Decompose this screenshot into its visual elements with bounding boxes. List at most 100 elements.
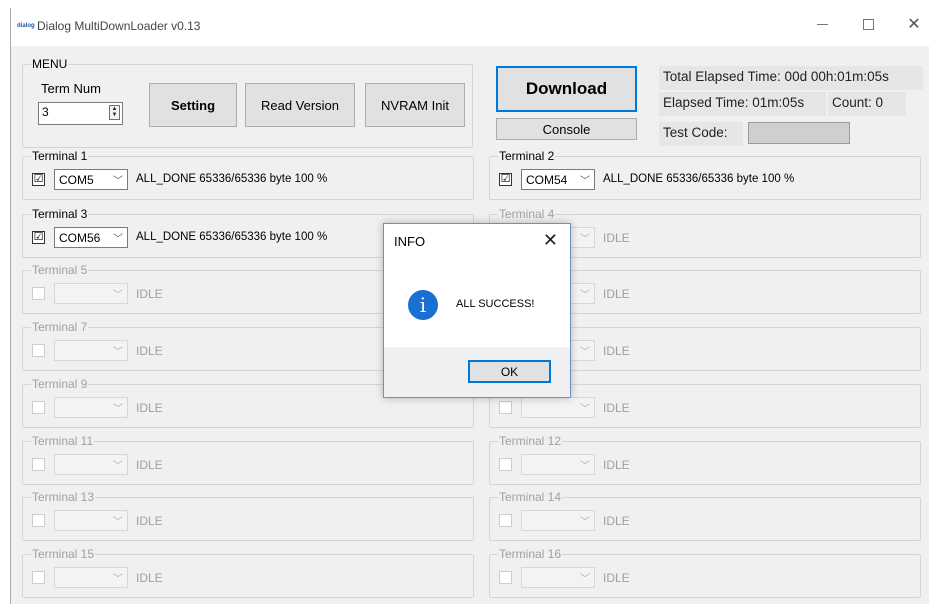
terminal-group: Terminal 12 ﹀ IDLE [489,434,921,485]
com-port-value: COM56 [59,231,101,245]
chevron-down-icon[interactable]: ﹀ [580,343,590,358]
terminal-group: Terminal 11 ﹀ IDLE [22,434,474,485]
terminal-checkbox[interactable]: ☑ [32,231,45,244]
term-num-input[interactable]: 3 ▲ ▼ [38,102,123,125]
close-button[interactable]: ✕ [891,8,929,40]
terminal-group: Terminal 2 ☑ COM54 ﹀ ALL_DONE 65336/65336 by… [489,149,921,200]
chevron-down-icon[interactable]: ﹀ [113,400,123,415]
terminal-checkbox[interactable] [499,401,512,414]
terminal-label: Terminal 11 [31,434,95,448]
terminal-label: Terminal 12 [498,434,563,448]
com-port-select[interactable]: ﹀ [54,567,128,588]
terminal-label: Terminal 16 [498,547,563,561]
term-num-label: Term Num [41,81,101,96]
terminal-checkbox[interactable]: ☑ [499,173,512,186]
com-port-select[interactable]: ﹀ [521,397,595,418]
chevron-down-icon[interactable]: ﹀ [580,172,590,187]
dialog-close-icon[interactable]: ✕ [543,230,558,251]
com-port-select[interactable]: ﹀ [521,567,595,588]
terminal-status: IDLE [136,514,163,528]
terminal-status: IDLE [136,344,163,358]
minimize-icon [816,23,828,25]
com-port-select[interactable]: ﹀ [54,340,128,361]
chevron-down-icon[interactable]: ﹀ [580,286,590,301]
term-num-spinner[interactable]: ▲ ▼ [109,105,120,120]
dialog-title: INFO [394,234,426,249]
terminal-status: IDLE [603,344,630,358]
com-port-select[interactable]: ﹀ [54,397,128,418]
com-port-select[interactable]: COM5 ﹀ [54,169,128,190]
com-port-select[interactable]: COM54 ﹀ [521,169,595,190]
chevron-down-icon[interactable]: ﹀ [580,513,590,528]
terminal-group: Terminal 15 ﹀ IDLE [22,547,474,598]
elapsed-time: Elapsed Time: 01m:05s [659,92,826,116]
dialog-message: ALL SUCCESS! [456,298,535,310]
com-port-select[interactable]: ﹀ [54,510,128,531]
terminal-group: Terminal 16 ﹀ IDLE [489,547,921,598]
terminal-group: Terminal 14 ﹀ IDLE [489,490,921,541]
terminal-status: IDLE [603,287,630,301]
chevron-down-icon[interactable]: ﹀ [113,230,123,245]
terminal-checkbox[interactable] [32,514,45,527]
terminal-status: IDLE [603,231,630,245]
com-port-select[interactable]: ﹀ [54,454,128,475]
terminal-label: Terminal 13 [31,490,96,504]
chevron-down-icon[interactable]: ﹀ [580,570,590,585]
terminal-checkbox[interactable] [32,287,45,300]
terminal-checkbox[interactable] [499,514,512,527]
terminal-status: ALL_DONE 65336/65336 byte 100 % [136,231,328,243]
chevron-down-icon[interactable]: ﹀ [580,457,590,472]
terminal-label: Terminal 15 [31,547,96,561]
terminal-checkbox[interactable] [499,458,512,471]
terminal-status: ALL_DONE 65336/65336 byte 100 % [136,173,328,185]
terminal-status: IDLE [136,458,163,472]
test-code-field [748,122,850,144]
title-bar[interactable]: dialog Dialog MultiDownLoader v0.13 ✕ [11,8,929,46]
maximize-button[interactable] [845,8,891,40]
terminal-status: IDLE [136,571,163,585]
terminal-checkbox[interactable] [499,571,512,584]
terminal-checkbox[interactable] [32,344,45,357]
read-version-button[interactable]: Read Version [245,83,355,127]
setting-button[interactable]: Setting [149,83,237,127]
app-logo-icon: dialog [17,23,35,29]
chevron-down-icon[interactable]: ﹀ [113,457,123,472]
terminal-label: Terminal 5 [31,263,89,277]
spin-down-icon[interactable]: ▼ [110,112,119,118]
chevron-down-icon[interactable]: ﹀ [580,230,590,245]
nvram-init-button[interactable]: NVRAM Init [365,83,465,127]
terminal-checkbox[interactable] [32,458,45,471]
window-title: Dialog MultiDownLoader v0.13 [37,19,201,33]
com-port-value: COM5 [59,173,94,187]
com-port-select[interactable]: ﹀ [521,454,595,475]
com-port-select[interactable]: ﹀ [521,510,595,531]
chevron-down-icon[interactable]: ﹀ [580,400,590,415]
download-button[interactable]: Download [496,66,637,112]
console-button[interactable]: Console [496,118,637,140]
main-window: dialog Dialog MultiDownLoader v0.13 ✕ ME… [10,8,929,604]
com-port-select[interactable]: COM56 ﹀ [54,227,128,248]
terminal-checkbox[interactable]: ☑ [32,173,45,186]
terminal-checkbox[interactable] [32,401,45,414]
terminal-label: Terminal 7 [31,320,89,334]
chevron-down-icon[interactable]: ﹀ [113,570,123,585]
terminal-status: IDLE [136,401,163,415]
terminal-checkbox[interactable] [32,571,45,584]
menu-legend: MENU [31,57,69,71]
terminal-label: Terminal 9 [31,377,89,391]
ok-button[interactable]: OK [468,360,551,383]
minimize-button[interactable] [799,8,845,40]
test-code-label: Test Code: [659,122,743,146]
chevron-down-icon[interactable]: ﹀ [113,513,123,528]
terminal-status: IDLE [603,458,630,472]
terminal-label: Terminal 4 [498,207,556,221]
terminal-label: Terminal 2 [498,149,556,163]
close-icon: ✕ [907,16,921,33]
terminal-status: IDLE [603,401,630,415]
count-display: Count: 0 [828,92,906,116]
com-port-select[interactable]: ﹀ [54,283,128,304]
chevron-down-icon[interactable]: ﹀ [113,172,123,187]
chevron-down-icon[interactable]: ﹀ [113,286,123,301]
info-icon: i [408,290,438,320]
chevron-down-icon[interactable]: ﹀ [113,343,123,358]
